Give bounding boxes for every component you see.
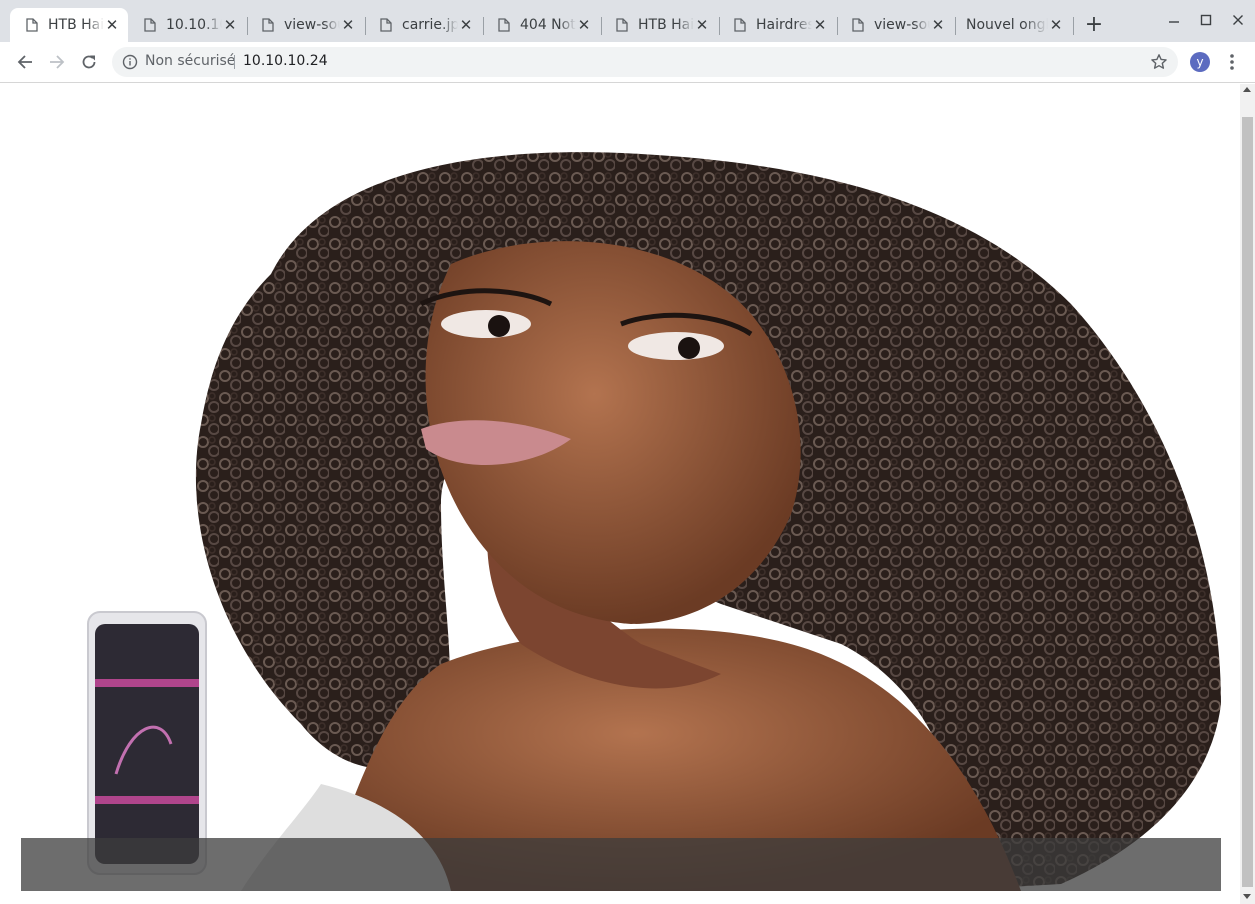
tab-title: carrie.jpg bbox=[402, 17, 458, 33]
document-icon bbox=[142, 18, 158, 32]
tab-title: 404 Not Found bbox=[520, 17, 576, 33]
close-tab-icon[interactable]: ✕ bbox=[104, 17, 120, 33]
document-icon bbox=[24, 18, 40, 32]
tab-title: view-source:10.10.10.24 bbox=[874, 17, 930, 33]
tab-title: 10.10.10.24 bbox=[166, 17, 222, 33]
page-viewport bbox=[0, 84, 1240, 904]
info-icon[interactable] bbox=[122, 54, 138, 70]
kebab-menu-icon[interactable] bbox=[1224, 52, 1240, 72]
scroll-down-icon[interactable] bbox=[1243, 894, 1251, 899]
close-tab-icon[interactable]: ✕ bbox=[1048, 17, 1064, 33]
document-icon bbox=[850, 18, 866, 32]
tab-7[interactable]: Hairdresser ✕ bbox=[718, 8, 836, 42]
document-icon bbox=[378, 18, 394, 32]
security-label[interactable]: Non sécurisé bbox=[145, 53, 235, 69]
minimize-icon[interactable] bbox=[1160, 8, 1188, 32]
tab-title: Nouvel onglet bbox=[966, 17, 1048, 33]
tab-separator bbox=[1073, 17, 1074, 35]
scrollbar[interactable] bbox=[1240, 84, 1255, 904]
star-icon[interactable] bbox=[1150, 53, 1168, 71]
close-tab-icon[interactable]: ✕ bbox=[576, 17, 592, 33]
close-tab-icon[interactable]: ✕ bbox=[340, 17, 356, 33]
tab-5[interactable]: 404 Not Found ✕ bbox=[482, 8, 600, 42]
close-icon[interactable] bbox=[1224, 8, 1252, 32]
document-icon bbox=[260, 18, 276, 32]
scrollbar-thumb[interactable] bbox=[1242, 117, 1253, 887]
maximize-icon[interactable] bbox=[1192, 8, 1220, 32]
close-tab-icon[interactable]: ✕ bbox=[458, 17, 474, 33]
tab-title: Hairdresser bbox=[756, 17, 812, 33]
scroll-up-icon[interactable] bbox=[1243, 87, 1251, 92]
tab-6[interactable]: HTB Hairdresser ✕ bbox=[600, 8, 718, 42]
document-icon bbox=[496, 18, 512, 32]
browser-toolbar: Non sécurisé 10.10.10.24 y bbox=[0, 42, 1255, 83]
plus-icon[interactable]: + bbox=[1083, 14, 1105, 36]
reload-icon[interactable] bbox=[77, 50, 101, 74]
tab-1[interactable]: HTB Hairdresser ✕ bbox=[10, 8, 128, 42]
document-icon bbox=[732, 18, 748, 32]
caption-bar bbox=[21, 838, 1221, 891]
arrow-left-icon[interactable] bbox=[13, 50, 37, 74]
tab-strip: HTB Hairdresser ✕ 10.10.10.24 ✕ view-sou… bbox=[0, 0, 1255, 42]
close-tab-icon[interactable]: ✕ bbox=[694, 17, 710, 33]
tab-2[interactable]: 10.10.10.24 ✕ bbox=[128, 8, 246, 42]
url-text[interactable]: 10.10.10.24 bbox=[243, 53, 328, 69]
tab-3[interactable]: view-source:10.10.10.24 ✕ bbox=[246, 8, 364, 42]
omnibox-divider bbox=[234, 55, 235, 69]
close-tab-icon[interactable]: ✕ bbox=[930, 17, 946, 33]
tab-title: view-source:10.10.10.24 bbox=[284, 17, 340, 33]
tab-8[interactable]: view-source:10.10.10.24 ✕ bbox=[836, 8, 954, 42]
tab-title: HTB Hairdresser bbox=[638, 17, 694, 33]
arrow-right-icon[interactable] bbox=[45, 50, 69, 74]
tab-4[interactable]: carrie.jpg ✕ bbox=[364, 8, 482, 42]
hero-image bbox=[21, 84, 1221, 891]
tab-9[interactable]: Nouvel onglet ✕ bbox=[954, 8, 1072, 42]
close-tab-icon[interactable]: ✕ bbox=[222, 17, 238, 33]
tab-title: HTB Hairdresser bbox=[48, 17, 104, 33]
address-bar[interactable]: Non sécurisé 10.10.10.24 bbox=[112, 47, 1178, 77]
close-tab-icon[interactable]: ✕ bbox=[812, 17, 828, 33]
avatar[interactable]: y bbox=[1190, 52, 1210, 72]
document-icon bbox=[614, 18, 630, 32]
